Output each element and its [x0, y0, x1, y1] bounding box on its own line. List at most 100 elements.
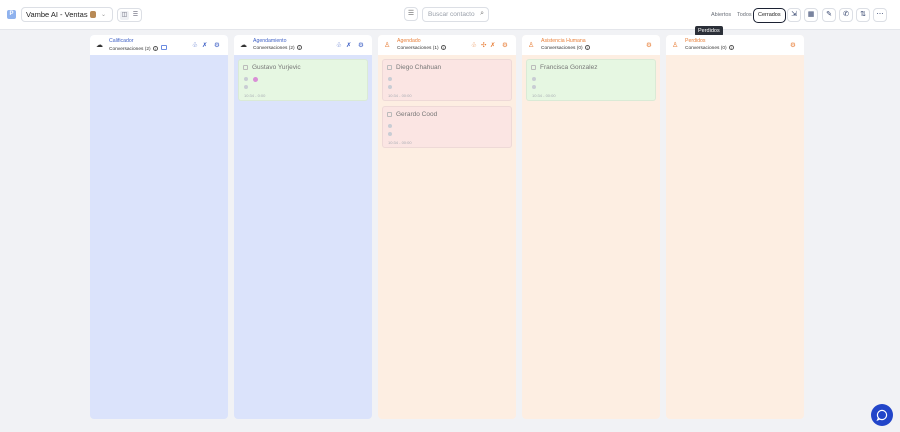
column-subtitle: Conversaciones (1) i [397, 45, 446, 51]
emoji-icon [253, 77, 258, 82]
column-calificador: ☁ Calificador Conversaciones (2) i ♧ ✗ ⚙ [90, 35, 228, 419]
gear-icon[interactable]: ⚙ [214, 41, 220, 49]
dot-icon [532, 77, 536, 81]
transfer-button[interactable]: ⇅ [856, 8, 870, 22]
column-perdidos: ♙ Perdidos Conversaciones (0) i ⚙ [666, 35, 804, 419]
tab-cerrados[interactable]: Cerrados [753, 8, 786, 23]
search-input[interactable]: Buscar contacto ⌕ [422, 7, 489, 22]
board-view-icon[interactable]: ◫ [120, 11, 129, 20]
translate-icon[interactable]: ✗ [346, 41, 351, 49]
card-checkbox[interactable] [387, 112, 392, 117]
dot-icon [532, 85, 536, 89]
contact-name: Diego Chahuan [396, 64, 442, 71]
card-time: 10:34 - 00:00 [388, 93, 412, 98]
kanban-app: P Vambe AI - Ventas ⌄ ◫ ☰ ☰ Buscar conta… [0, 0, 900, 432]
top-toolbar: P Vambe AI - Ventas ⌄ ◫ ☰ ☰ Buscar conta… [0, 0, 900, 30]
robot-head-icon[interactable]: ♧ [192, 41, 198, 49]
column-asistencia-humana: ♙ Asistencia Humana Conversaciones (0) i … [522, 35, 660, 419]
filter-button[interactable]: ☰ [404, 7, 418, 21]
dot-icon [244, 85, 248, 89]
view-toggle[interactable]: ◫ ☰ [117, 8, 142, 22]
robot-head-icon[interactable]: ♧ [336, 41, 342, 49]
contact-card[interactable]: Gustavo Yurjevic 10:34 - 0:00 [238, 59, 368, 101]
cross-icon[interactable]: ✣ [481, 41, 486, 49]
dot-icon [244, 77, 248, 81]
column-count: Conversaciones (1) [397, 46, 439, 51]
robot-head-icon[interactable]: ♧ [471, 41, 477, 49]
filter-icon: ☰ [407, 10, 415, 17]
chat-badge-icon [160, 45, 167, 50]
contact-card[interactable]: Gerardo Cood 10:34 - 00:00 [382, 106, 512, 148]
grid-icon: ▦ [807, 11, 815, 18]
contact-name: Francisca Gonzalez [540, 64, 598, 71]
robot-icon: ☁ [96, 42, 103, 49]
list-view-icon[interactable]: ☰ [131, 11, 140, 20]
app-logo[interactable]: P [7, 10, 16, 19]
column-agendado: ♙ Agendado Conversaciones (1) i ♧ ✣ ✗ ⚙ D… [378, 35, 516, 419]
more-button[interactable]: ⋯ [873, 8, 887, 22]
card-checkbox[interactable] [531, 65, 536, 70]
column-header: ☁ Calificador Conversaciones (2) i ♧ ✗ ⚙ [90, 35, 228, 55]
info-icon[interactable]: i [584, 45, 590, 50]
column-header: ♙ Perdidos Conversaciones (0) i ⚙ [666, 35, 804, 55]
user-icon: ♙ [528, 42, 535, 49]
info-icon[interactable]: i [728, 45, 734, 50]
contact-card[interactable]: Francisca Gonzalez 10:34 - 00:00 [526, 59, 656, 101]
info-icon[interactable]: i [152, 46, 158, 51]
chat-bubble-icon [876, 409, 888, 421]
dot-icon [388, 85, 392, 89]
pencil-icon: ✎ [826, 11, 832, 18]
column-count: Conversaciones (0) [685, 46, 727, 51]
grid-button[interactable]: ▦ [804, 8, 818, 22]
column-header: ♙ Asistencia Humana Conversaciones (0) i … [522, 35, 660, 55]
export-button[interactable]: ⇲ [787, 8, 801, 22]
column-count: Conversaciones (2) [253, 46, 295, 51]
translate-icon[interactable]: ✗ [490, 41, 495, 49]
project-name: Vambe AI - Ventas [26, 10, 88, 19]
contact-name: Gerardo Cood [396, 111, 438, 118]
column-subtitle: Conversaciones (0) i [541, 45, 590, 51]
info-icon[interactable]: i [296, 45, 302, 50]
column-subtitle: Conversaciones (2) i [109, 45, 167, 52]
tab-todos[interactable]: Todos [737, 12, 752, 18]
column-title: Agendamiento [253, 38, 287, 44]
column-agendamiento: ☁ Agendamiento Conversaciones (2) i ♧ ✗ ⚙… [234, 35, 372, 419]
edit-button[interactable]: ✎ [822, 8, 836, 22]
chevron-down-icon: ⌄ [100, 12, 106, 18]
column-count: Conversaciones (2) [109, 47, 151, 52]
card-checkbox[interactable] [243, 65, 248, 70]
gear-icon[interactable]: ⚙ [358, 41, 364, 49]
robot-icon: ☁ [240, 42, 247, 49]
column-subtitle: Conversaciones (0) i [685, 45, 734, 51]
call-button[interactable]: ✆ [839, 8, 853, 22]
export-icon: ⇲ [791, 11, 797, 18]
column-header: ♙ Agendado Conversaciones (1) i ♧ ✣ ✗ ⚙ [378, 35, 516, 55]
project-selector[interactable]: Vambe AI - Ventas ⌄ [21, 7, 113, 22]
phone-icon: ✆ [843, 11, 849, 18]
column-title: Perdidos [685, 38, 706, 44]
user-icon: ♙ [672, 42, 679, 49]
translate-icon[interactable]: ✗ [202, 41, 207, 49]
search-placeholder: Buscar contacto [428, 11, 475, 18]
more-icon: ⋯ [876, 11, 884, 18]
dot-icon [388, 77, 392, 81]
card-checkbox[interactable] [387, 65, 392, 70]
contact-name: Gustavo Yurjevic [252, 64, 301, 71]
card-time: 10:34 - 00:00 [388, 140, 412, 145]
gear-icon[interactable]: ⚙ [790, 41, 796, 49]
dot-icon [388, 124, 392, 128]
chat-fab-button[interactable] [871, 404, 893, 426]
user-icon: ♙ [384, 42, 391, 49]
card-time: 10:34 - 0:00 [244, 93, 266, 98]
column-header: ☁ Agendamiento Conversaciones (2) i ♧ ✗ ⚙ [234, 35, 372, 55]
brown-emoji-icon [89, 11, 96, 18]
info-icon[interactable]: i [440, 45, 446, 50]
dot-icon [388, 132, 392, 136]
column-count: Conversaciones (0) [541, 46, 583, 51]
swap-icon: ⇅ [860, 11, 866, 18]
contact-card[interactable]: Diego Chahuan 10:34 - 00:00 [382, 59, 512, 101]
tab-abiertos[interactable]: Abiertos [711, 12, 731, 18]
card-time: 10:34 - 00:00 [532, 93, 556, 98]
gear-icon[interactable]: ⚙ [646, 41, 652, 49]
gear-icon[interactable]: ⚙ [502, 41, 508, 49]
